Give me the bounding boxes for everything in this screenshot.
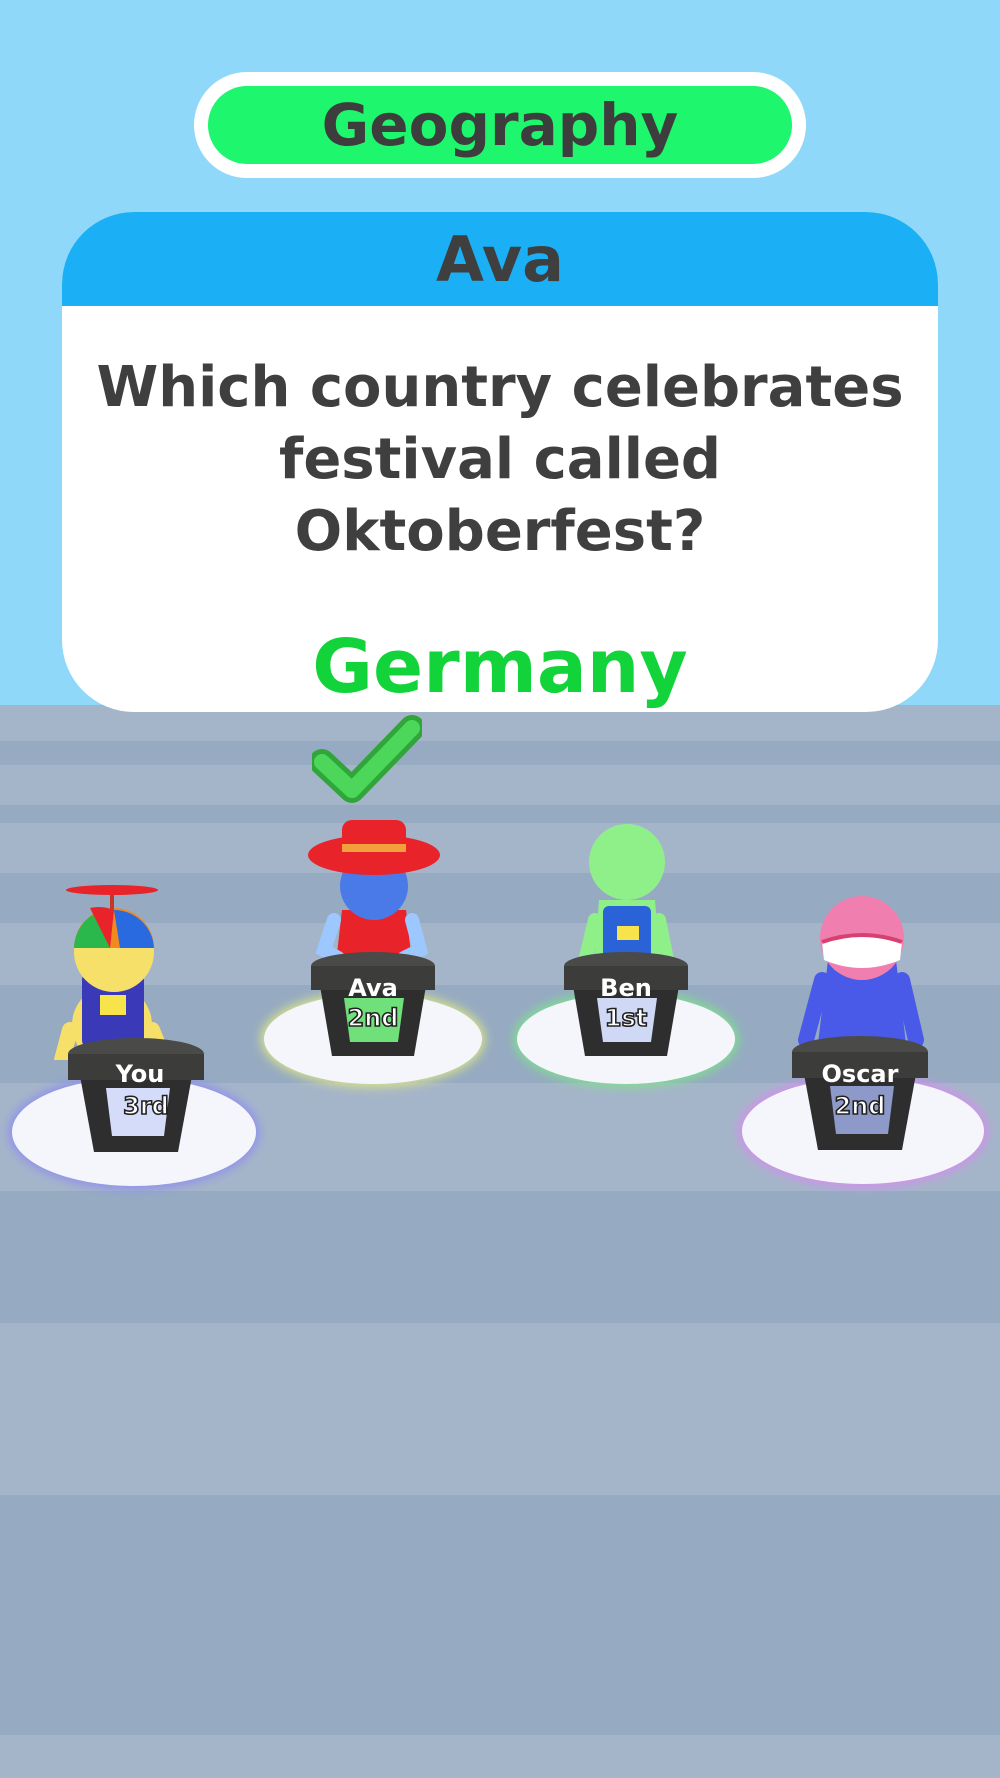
question-card: Ava Which country celebrates festival ca… xyxy=(62,212,938,712)
player-name: You xyxy=(115,1060,165,1088)
player-rank: 1st xyxy=(604,1003,648,1033)
player-name: Oscar xyxy=(821,1060,899,1088)
question-line: Oktoberfest? xyxy=(294,499,706,564)
avatar-you xyxy=(54,885,170,1060)
answer-text: Germany xyxy=(312,624,688,710)
player-name: Ava xyxy=(348,974,398,1002)
player-rank: 3rd xyxy=(122,1091,169,1121)
checkmark-icon xyxy=(312,715,422,803)
question-line: Which country celebrates xyxy=(96,355,904,420)
category-label: Geography xyxy=(208,86,792,164)
player-name: Ben xyxy=(600,974,652,1002)
player-rank: 2nd xyxy=(347,1003,400,1033)
question-text: Which country celebrates festival called… xyxy=(92,352,908,568)
player-ava: Ava 2nd xyxy=(262,810,492,1090)
category-banner: Geography xyxy=(194,72,806,178)
stage-floor xyxy=(0,705,1000,1778)
player-oscar: Oscar 2nd xyxy=(740,880,990,1190)
player-you: You 3rd xyxy=(10,870,260,1190)
asker-name: Ava xyxy=(62,212,938,306)
question-line: festival called xyxy=(278,427,722,492)
player-ben: Ben 1st xyxy=(515,810,745,1090)
player-rank: 2nd xyxy=(834,1091,887,1121)
